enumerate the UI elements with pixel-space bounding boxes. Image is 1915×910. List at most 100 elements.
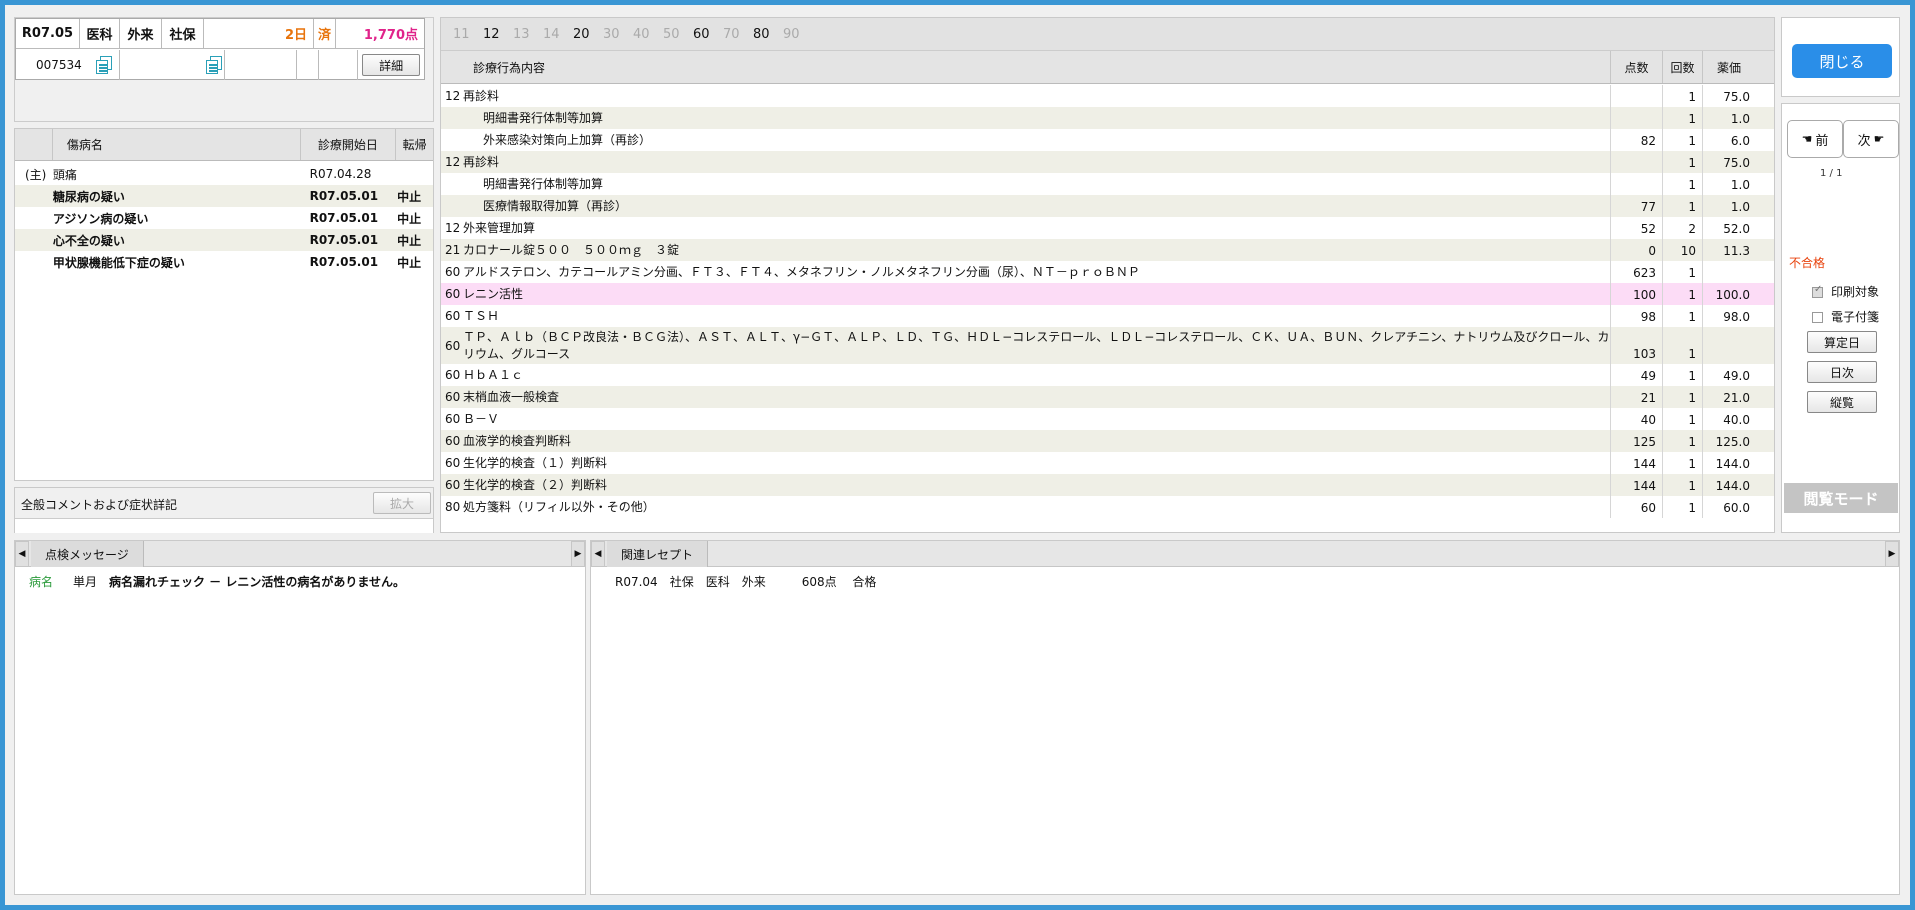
act-points xyxy=(1611,85,1663,107)
disease-table-header: 傷病名 診療開始日 転帰 xyxy=(15,129,433,161)
message-text: 病名漏れチェック － レニン活性の病名がありません。 xyxy=(109,575,405,589)
col-act-content[interactable]: 診療行為内容 xyxy=(441,51,1611,83)
act-points: 52 xyxy=(1611,217,1663,239)
act-points: 40 xyxy=(1611,408,1663,430)
act-name: 明細書発行体制等加算 xyxy=(463,107,1611,129)
scroll-right-arrow[interactable]: ▶ xyxy=(1885,541,1899,567)
act-tab-50[interactable]: 50 xyxy=(663,27,693,42)
act-code: 60 xyxy=(445,478,461,492)
act-name: アルドステロン、カテコールアミン分画、ＦＴ３、ＦＴ４、メタネフリン・ノルメタネフ… xyxy=(463,261,1611,283)
col-start-date[interactable]: 診療開始日 xyxy=(301,129,397,160)
act-row[interactable]: 12 外来管理加算 52 2 52.0 xyxy=(441,217,1774,239)
act-count: 1 xyxy=(1663,386,1703,408)
act-row[interactable]: 21 カロナール錠５００ ５００ｍｇ ３錠 0 10 11.3 xyxy=(441,239,1774,261)
act-price: 21.0 xyxy=(1723,391,1750,405)
act-points: 103 xyxy=(1611,327,1663,364)
act-count: 1 xyxy=(1663,496,1703,518)
act-tab-14[interactable]: 14 xyxy=(543,27,573,42)
scroll-left-arrow[interactable]: ◀ xyxy=(591,541,605,567)
act-name: 医療情報取得加算（再診） xyxy=(463,195,1611,217)
daily-button[interactable]: 日次 xyxy=(1807,361,1877,383)
related-receipt-row[interactable]: R07.04 社保 医科 外来 608点 合格 xyxy=(615,573,876,590)
col-count[interactable]: 回数 xyxy=(1663,51,1703,83)
act-tab-11[interactable]: 11 xyxy=(453,27,483,42)
act-count: 2 xyxy=(1663,217,1703,239)
act-name: 処方箋料（リフィル以外・その他） xyxy=(463,496,1611,518)
act-name: 明細書発行体制等加算 xyxy=(463,173,1611,195)
act-price: 49.0 xyxy=(1723,369,1750,383)
act-tab-40[interactable]: 40 xyxy=(633,27,663,42)
disease-row[interactable]: 心不全の疑い R07.05.01 中止 xyxy=(15,229,433,251)
act-name: 末梢血液一般検査 xyxy=(463,386,1611,408)
act-points xyxy=(1611,151,1663,173)
comment-field[interactable] xyxy=(15,518,433,533)
act-row[interactable]: 60 血液学的検査判断料 125 1 125.0 xyxy=(441,430,1774,452)
act-tab-13[interactable]: 13 xyxy=(513,27,543,42)
acts-panel: 11 12 13 14 20 30 40 50 60 70 80 90 診療行為内容 点数 回数 薬価… xyxy=(440,17,1775,533)
message-row[interactable]: 病名 単月 病名漏れチェック － レニン活性の病名がありません。 xyxy=(29,573,405,590)
act-row[interactable]: 60 ＨｂＡ１ｃ 49 1 49.0 xyxy=(441,364,1774,386)
act-points: 21 xyxy=(1611,386,1663,408)
col-price[interactable]: 薬価 xyxy=(1703,51,1755,83)
act-row[interactable]: 医療情報取得加算（再診） 77 1 1.0 xyxy=(441,195,1774,217)
act-row[interactable]: 60 ＴＰ、Ａｌｂ（ＢＣＰ改良法・ＢＣＧ法）、ＡＳＴ、ＡＬＴ、γ−ＧＴ、ＡＬＰ、Ｌ… xyxy=(441,327,1774,364)
act-row[interactable]: 60 Ｂ－Ｖ 40 1 40.0 xyxy=(441,408,1774,430)
act-row[interactable]: 60 ＴＳＨ 98 1 98.0 xyxy=(441,305,1774,327)
prev-button[interactable]: ☚ 前 xyxy=(1787,120,1843,158)
act-tab-12[interactable]: 12 xyxy=(483,27,513,42)
act-row[interactable]: 60 レニン活性 100 1 100.0 xyxy=(441,283,1774,305)
col-points[interactable]: 点数 xyxy=(1611,51,1663,83)
act-name: カロナール錠５００ ５００ｍｇ ３錠 xyxy=(463,239,1611,261)
act-row[interactable]: 明細書発行体制等加算 1 1.0 xyxy=(441,107,1774,129)
act-row[interactable]: 60 末梢血液一般検査 21 1 21.0 xyxy=(441,386,1774,408)
col-outcome[interactable]: 転帰 xyxy=(396,129,433,160)
act-row[interactable]: 12 再診料 1 75.0 xyxy=(441,151,1774,173)
scroll-left-arrow[interactable]: ◀ xyxy=(15,541,29,567)
act-name: 血液学的検査判断料 xyxy=(463,430,1611,452)
tab-check-messages[interactable]: 点検メッセージ xyxy=(31,541,144,567)
act-tab-20[interactable]: 20 xyxy=(573,27,603,42)
act-count: 1 xyxy=(1663,151,1703,173)
act-row[interactable]: 明細書発行体制等加算 1 1.0 xyxy=(441,173,1774,195)
act-code: 60 xyxy=(445,265,461,279)
disease-row[interactable]: 糖尿病の疑い R07.05.01 中止 xyxy=(15,185,433,207)
act-code: 60 xyxy=(445,287,461,301)
act-count: 1 xyxy=(1663,195,1703,217)
vertical-button[interactable]: 縦覧 xyxy=(1807,391,1877,413)
print-target-checkbox[interactable]: 印刷対象 xyxy=(1812,283,1879,300)
disease-row[interactable]: 甲状腺機能低下症の疑い R07.05.01 中止 xyxy=(15,251,433,273)
act-row[interactable]: 60 生化学的検査（１）判断料 144 1 144.0 xyxy=(441,452,1774,474)
col-disease-name[interactable]: 傷病名 xyxy=(53,129,301,160)
act-tab-70[interactable]: 70 xyxy=(723,27,753,42)
act-tab-80[interactable]: 80 xyxy=(753,27,783,42)
next-button[interactable]: 次 ☛ xyxy=(1843,120,1899,158)
act-row[interactable]: 12 再診料 1 75.0 xyxy=(441,85,1774,107)
e-note-checkbox[interactable]: 電子付箋 xyxy=(1812,308,1879,325)
act-code: 12 xyxy=(445,155,461,169)
act-tab-60[interactable]: 60 xyxy=(693,27,723,42)
act-tab-90[interactable]: 90 xyxy=(783,27,813,42)
act-count: 10 xyxy=(1663,239,1703,261)
disease-row[interactable]: アジソン病の疑い R07.05.01 中止 xyxy=(15,207,433,229)
page-indicator: 1 / 1 xyxy=(1820,168,1843,179)
act-price: 100.0 xyxy=(1715,288,1750,302)
act-points: 77 xyxy=(1611,195,1663,217)
act-code: 60 xyxy=(445,412,461,426)
expand-button[interactable]: 拡大 xyxy=(373,492,431,514)
tab-related-receipts[interactable]: 関連レセプト xyxy=(607,541,709,567)
act-count: 1 xyxy=(1663,430,1703,452)
act-name: 生化学的検査（２）判断料 xyxy=(463,474,1611,496)
scroll-right-arrow[interactable]: ▶ xyxy=(571,541,585,567)
act-count: 1 xyxy=(1663,327,1703,364)
act-row[interactable]: 外来感染対策向上加算（再診） 82 1 6.0 xyxy=(441,129,1774,151)
act-tab-30[interactable]: 30 xyxy=(603,27,633,42)
act-name: 外来管理加算 xyxy=(463,217,1611,239)
act-row[interactable]: 60 生化学的検査（２）判断料 144 1 144.0 xyxy=(441,474,1774,496)
act-row[interactable]: 80 処方箋料（リフィル以外・その他） 60 1 60.0 xyxy=(441,496,1774,518)
disease-row[interactable]: (主) 頭痛 R07.04.28 xyxy=(15,163,433,185)
act-row[interactable]: 60 アルドステロン、カテコールアミン分画、ＦＴ３、ＦＴ４、メタネフリン・ノルメタ… xyxy=(441,261,1774,283)
act-count: 1 xyxy=(1663,107,1703,129)
calc-day-button[interactable]: 算定日 xyxy=(1807,331,1877,353)
act-points: 100 xyxy=(1611,283,1663,305)
close-button[interactable]: 閉じる xyxy=(1792,44,1892,78)
